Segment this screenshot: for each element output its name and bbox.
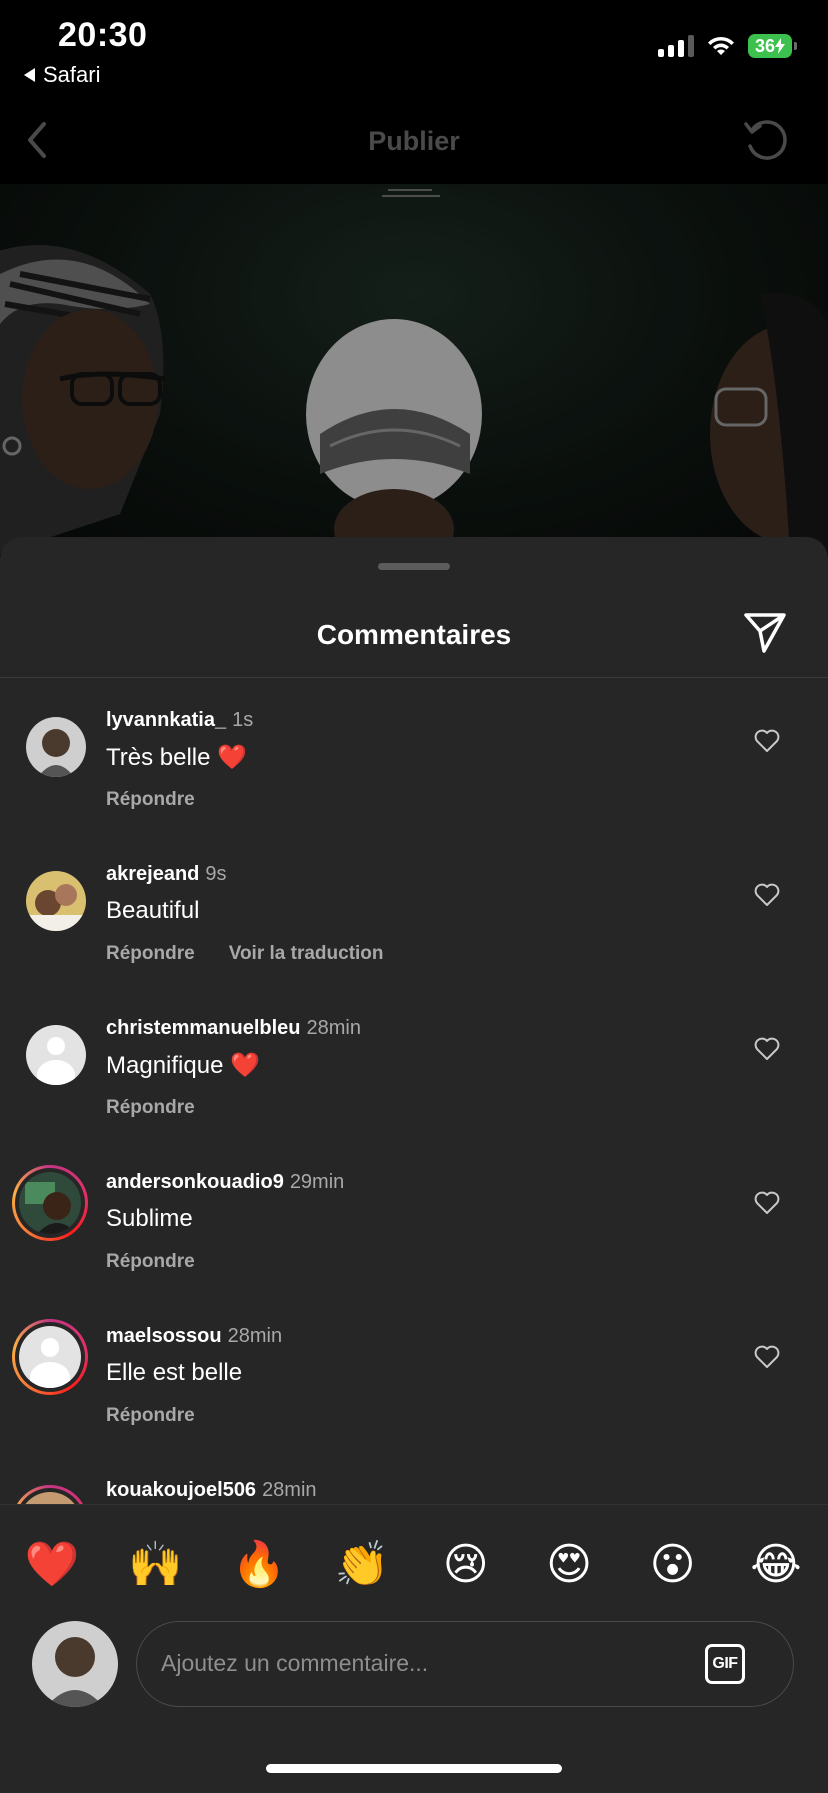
comment-placeholder: Ajoutez un commentaire... — [161, 1650, 429, 1676]
comment-time: 28min — [227, 1325, 283, 1347]
reply-button[interactable]: Répondre — [106, 1405, 195, 1427]
like-heart-icon[interactable] — [754, 1345, 780, 1369]
emoji-cry-button[interactable]: 😢 — [438, 1537, 494, 1593]
wifi-icon — [708, 36, 734, 55]
emoji-raised-hands-button[interactable]: 🙌 — [127, 1537, 183, 1593]
comment-text: Elle est belle — [106, 1359, 243, 1386]
comment-text: Beautiful — [106, 897, 200, 924]
like-heart-icon[interactable] — [754, 729, 780, 753]
emoji-laugh-button[interactable]: 😂 — [748, 1537, 804, 1593]
emoji-heart-button[interactable]: ❤️ — [24, 1537, 80, 1593]
comment-username[interactable]: maelsossou — [106, 1325, 222, 1347]
emoji-clap-button[interactable]: 👏 — [334, 1537, 390, 1593]
comment-username[interactable]: christemmanuelbleu — [106, 1017, 301, 1039]
reply-button[interactable]: Répondre — [106, 789, 195, 811]
status-icons: 36 — [658, 34, 797, 58]
emoji-surprised-button[interactable]: 😮 — [645, 1537, 701, 1593]
comment-username[interactable]: andersonkouadio9 — [106, 1171, 284, 1193]
comment-username[interactable]: akrejeand — [106, 863, 199, 885]
post-image — [0, 184, 828, 554]
like-heart-icon[interactable] — [754, 1037, 780, 1061]
avatar[interactable] — [26, 717, 86, 777]
comment-time: 1s — [232, 709, 254, 731]
cellular-signal-icon — [658, 35, 694, 57]
charging-bolt-icon — [775, 38, 786, 54]
refresh-icon[interactable] — [742, 116, 790, 164]
status-time: 20:30 — [58, 16, 148, 54]
share-send-icon[interactable] — [742, 609, 788, 655]
my-avatar — [32, 1621, 118, 1707]
comment-time: 28min — [306, 1017, 361, 1039]
sheet-grabber[interactable] — [378, 563, 450, 570]
comment-time: 28min — [262, 1479, 317, 1501]
back-to-safari[interactable]: Safari — [24, 62, 100, 88]
comment-item: lyvannkatia_ 1s Très belle ❤️ Répondre — [0, 709, 828, 863]
comment-item: christemmanuelbleu 28min Magnifique ❤️ Ré… — [0, 1017, 828, 1171]
avatar[interactable] — [26, 1025, 86, 1085]
comment-username[interactable]: lyvannkatia_ — [106, 709, 226, 731]
status-bar: 20:30 Safari 36 — [0, 0, 828, 100]
back-app-label: Safari — [43, 62, 101, 87]
avatar-story-ring[interactable] — [12, 1485, 88, 1504]
avatar-story-ring[interactable] — [12, 1319, 88, 1395]
gif-button[interactable]: GIF — [705, 1644, 745, 1684]
avatar-story-ring[interactable] — [12, 1165, 88, 1241]
reply-button[interactable]: Répondre — [106, 943, 195, 965]
comment-username[interactable]: kouakoujoel506 — [106, 1479, 256, 1501]
see-translation-button[interactable]: Voir la traduction — [229, 943, 384, 965]
comment-composer-area: ❤️ 🙌 🔥 👏 😢 😍 😮 😂 Ajoutez un commentaire.… — [0, 1504, 828, 1793]
emoji-fire-button[interactable]: 🔥 — [231, 1537, 287, 1593]
divider — [0, 677, 828, 678]
reply-button[interactable]: Répondre — [106, 1097, 195, 1119]
home-indicator — [266, 1764, 562, 1773]
comment-text: Très belle ❤️ — [106, 744, 248, 771]
comment-time: 9s — [205, 863, 227, 885]
like-heart-icon[interactable] — [754, 883, 780, 907]
comment-time: 29min — [289, 1171, 345, 1193]
comment-composer: Ajoutez un commentaire... GIF — [0, 1621, 828, 1711]
comment-text: Magnifique ❤️ — [106, 1052, 260, 1079]
comment-item: kouakoujoel506 28min — [0, 1479, 828, 1504]
quick-reactions: ❤️ 🙌 🔥 👏 😢 😍 😮 😂 — [24, 1537, 804, 1593]
back-triangle-icon — [24, 68, 35, 82]
comment-item: andersonkouadio9 29min Sublime Répondre — [0, 1165, 828, 1325]
comment-item: maelsossou 28min Elle est belle Répondre — [0, 1319, 828, 1479]
battery-icon: 36 — [748, 34, 797, 58]
comment-input[interactable]: Ajoutez un commentaire... GIF — [136, 1621, 794, 1707]
sheet-title: Commentaires — [316, 619, 512, 650]
reply-button[interactable]: Répondre — [106, 1251, 195, 1273]
comment-item: akrejeand 9s Beautiful Répondre Voir la t… — [0, 863, 828, 1017]
emoji-heart-eyes-button[interactable]: 😍 — [541, 1537, 597, 1593]
post-header: Publier — [0, 100, 828, 184]
like-heart-icon[interactable] — [754, 1191, 780, 1215]
page-title: Publier — [368, 126, 460, 156]
comment-text: Sublime — [106, 1205, 193, 1232]
avatar[interactable] — [26, 871, 86, 931]
battery-level: 36 — [754, 35, 776, 56]
